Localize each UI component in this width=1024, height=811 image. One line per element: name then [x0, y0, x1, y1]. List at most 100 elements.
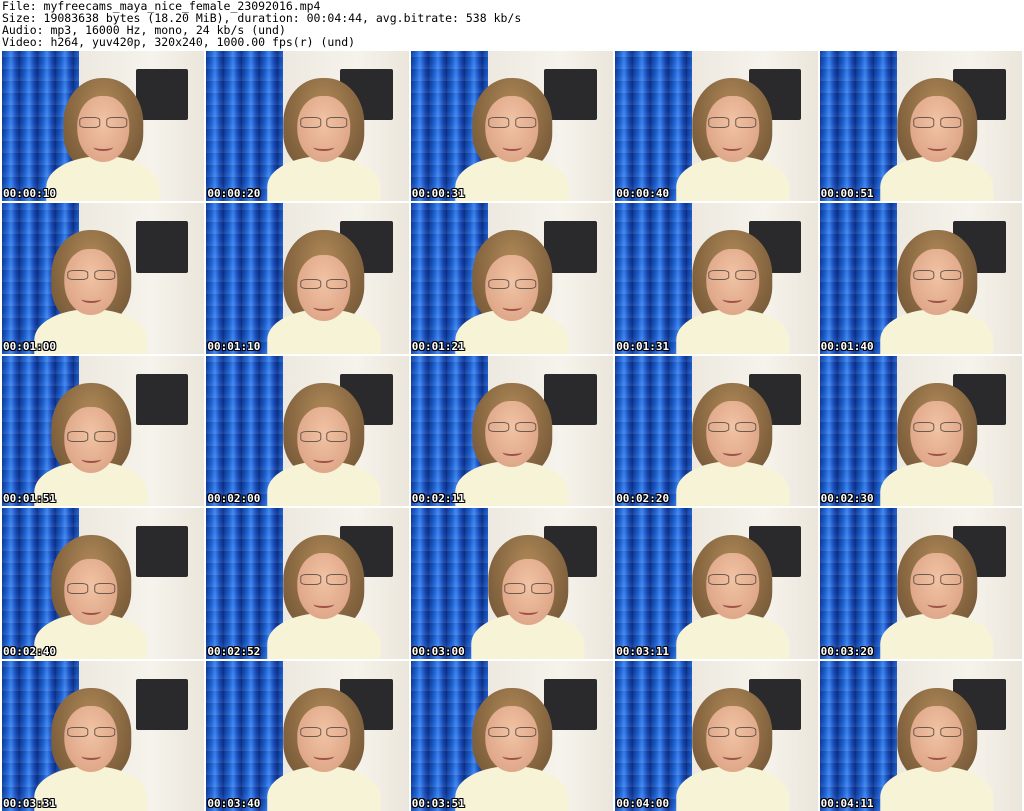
mouth: [722, 600, 743, 608]
glasses: [708, 269, 757, 281]
video-frame-thumbnail: 00:01:21: [410, 203, 614, 354]
glasses: [299, 574, 348, 585]
glasses: [913, 726, 961, 738]
shirt: [676, 765, 790, 811]
frame-timestamp: 00:03:31: [3, 796, 56, 810]
frame-timestamp: 00:00:31: [411, 187, 465, 201]
file-info-header: File: myfreecams_maya_nice_female_230920…: [2, 0, 1022, 50]
glasses: [299, 117, 348, 128]
shirt: [880, 308, 994, 354]
person-figure: [874, 356, 999, 507]
video-frame-thumbnail: 00:00:51: [819, 51, 1022, 202]
person-figure: [261, 661, 386, 811]
person-figure: [449, 661, 574, 811]
video-frame-thumbnail: 00:01:00: [2, 203, 205, 354]
frame-timestamp: 00:01:10: [207, 339, 261, 353]
glasses: [488, 278, 536, 290]
person-figure: [449, 51, 574, 202]
glasses: [913, 269, 961, 281]
mouth: [722, 448, 743, 456]
face: [297, 705, 351, 772]
frame-timestamp: 00:00:20: [207, 187, 261, 201]
shirt: [455, 461, 569, 507]
person-figure: [261, 508, 386, 659]
shirt: [880, 613, 994, 659]
glasses: [299, 430, 348, 442]
face: [910, 248, 964, 315]
mouth: [93, 143, 114, 151]
frame-timestamp: 00:01:40: [820, 339, 874, 353]
person-figure: [28, 356, 153, 507]
video-frame-thumbnail: 00:04:11: [819, 660, 1022, 811]
video-frame-thumbnail: 00:03:11: [615, 508, 818, 659]
shirt: [267, 613, 381, 659]
mouth: [501, 752, 523, 761]
shirt: [676, 156, 790, 202]
face: [64, 248, 118, 315]
person-figure: [28, 661, 153, 811]
frame-timestamp: 00:02:52: [207, 644, 261, 658]
video-frame-thumbnail: 00:02:40: [2, 508, 205, 659]
video-frame-thumbnail: 00:03:40: [206, 660, 409, 811]
glasses: [488, 421, 536, 433]
frame-timestamp: 00:03:20: [820, 644, 874, 658]
face: [485, 400, 539, 468]
person-figure: [449, 203, 574, 354]
mouth: [926, 600, 948, 608]
face: [706, 553, 759, 620]
shirt: [267, 156, 381, 202]
frame-timestamp: 00:01:51: [3, 492, 56, 506]
face: [485, 96, 539, 163]
frame-timestamp: 00:01:31: [616, 339, 670, 353]
glasses: [708, 574, 757, 585]
frame-timestamp: 00:03:51: [411, 796, 465, 810]
person-figure: [261, 203, 386, 354]
glasses: [67, 583, 115, 594]
video-frame-thumbnail: 00:04:00: [615, 660, 818, 811]
mouth: [926, 143, 948, 151]
video-frame-thumbnail: 00:02:52: [206, 508, 409, 659]
mouth: [313, 600, 334, 608]
face: [706, 705, 759, 772]
frame-timestamp: 00:00:51: [820, 187, 874, 201]
video-frame-thumbnail: 00:03:51: [410, 660, 614, 811]
shirt: [267, 765, 381, 811]
video-frame-thumbnail: 00:02:11: [410, 355, 614, 507]
glasses: [79, 117, 128, 128]
person-figure: [670, 51, 795, 202]
person-figure: [874, 508, 999, 659]
face: [910, 705, 964, 772]
face: [910, 553, 964, 620]
shirt: [676, 308, 790, 354]
shirt: [455, 765, 569, 811]
glasses: [299, 726, 348, 738]
mouth: [926, 295, 948, 304]
frame-timestamp: 00:04:11: [820, 796, 874, 810]
glasses: [488, 117, 536, 128]
video-frame-thumbnail: 00:02:20: [615, 355, 818, 507]
glasses: [488, 726, 536, 738]
person-figure: [261, 51, 386, 202]
mouth: [313, 143, 334, 151]
face: [706, 400, 759, 468]
person-figure: [28, 203, 153, 354]
mouth: [722, 295, 743, 304]
frame-timestamp: 00:01:00: [3, 339, 56, 353]
video-frame-thumbnail: 00:01:51: [2, 355, 205, 507]
person-figure: [874, 51, 999, 202]
mouth: [81, 295, 102, 304]
shirt: [880, 461, 994, 507]
glasses: [708, 421, 757, 433]
mouth: [722, 752, 743, 761]
video-frame-thumbnail: 00:00:40: [615, 51, 818, 202]
thumbnail-grid: 00:00:10 00:00:20 00:00:31 00:00:40 00:00:51…: [2, 51, 1022, 811]
frame-timestamp: 00:04:00: [616, 796, 670, 810]
face: [297, 553, 351, 620]
shirt: [676, 613, 790, 659]
video-info-line: Video: h264, yuv420p, 320x240, 1000.00 f…: [2, 35, 356, 49]
frame-timestamp: 00:02:20: [616, 492, 670, 506]
glasses: [67, 726, 115, 738]
mouth: [81, 752, 102, 761]
glasses: [299, 278, 348, 290]
frame-timestamp: 00:01:21: [411, 339, 465, 353]
